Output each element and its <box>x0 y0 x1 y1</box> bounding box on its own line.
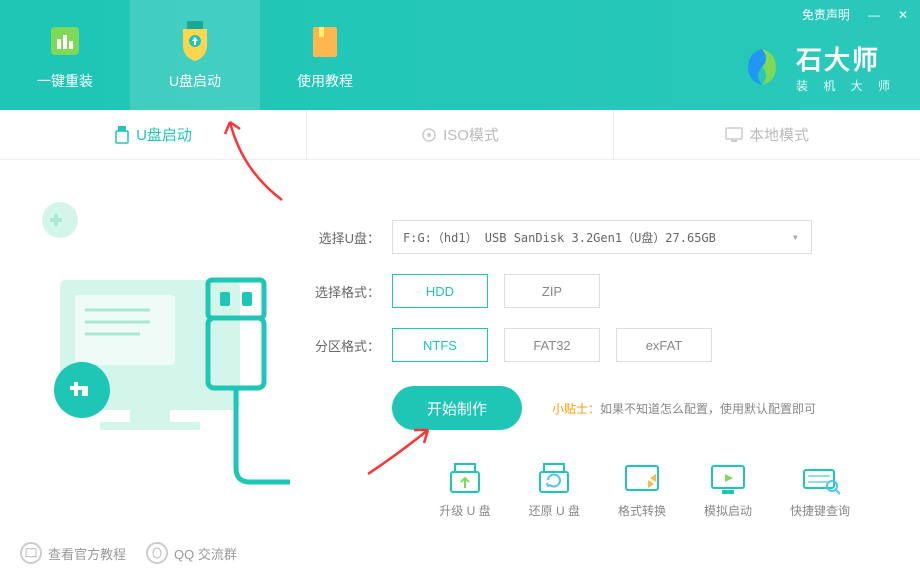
usb-icon <box>114 126 130 144</box>
partition-format-label: 分区格式： <box>310 336 380 355</box>
brand: 石大师 装 机 大 师 <box>740 40 896 94</box>
tip-text: 小贴士：如果不知道怎么配置，使用默认配置即可 <box>552 400 816 417</box>
config-form: 选择U盘： F:G:（hd1） USB SanDisk 3.2Gen1（U盘）2… <box>310 190 890 519</box>
nav-tutorial-label: 使用教程 <box>297 71 353 91</box>
tool-format-convert[interactable]: 格式转换 <box>618 460 666 519</box>
window-controls: 免责声明 — ✕ <box>802 6 908 23</box>
usb-shield-icon <box>173 19 217 63</box>
brand-logo-icon <box>740 45 784 89</box>
tool-restore-usb[interactable]: 还原 U 盘 <box>529 460 580 519</box>
disclaimer-link[interactable]: 免责声明 <box>802 6 850 23</box>
tool-simulate-boot[interactable]: 模拟启动 <box>704 460 752 519</box>
nav-usb-label: U盘启动 <box>169 71 221 91</box>
monitor-icon <box>725 127 743 143</box>
footer-links: 查看官方教程 QQ 交流群 <box>20 542 237 564</box>
tab-usb-boot[interactable]: U盘启动 <box>0 110 306 159</box>
partition-option-ntfs[interactable]: NTFS <box>392 328 488 362</box>
brand-subtitle: 装 机 大 师 <box>796 77 896 94</box>
footer-qq-link[interactable]: QQ 交流群 <box>146 542 237 564</box>
nav-usb-boot[interactable]: U盘启动 <box>130 0 260 110</box>
tip-label: 小贴士： <box>552 402 600 416</box>
main-content: 选择U盘： F:G:（hd1） USB SanDisk 3.2Gen1（U盘）2… <box>0 160 920 529</box>
format-option-hdd[interactable]: HDD <box>392 274 488 308</box>
partition-option-exfat[interactable]: exFAT <box>616 328 712 362</box>
tab-local-mode[interactable]: 本地模式 <box>614 110 920 159</box>
brand-title: 石大师 <box>796 40 896 77</box>
tab-iso-mode[interactable]: ISO模式 <box>307 110 613 159</box>
main-nav: 一键重装 U盘启动 使用教程 <box>0 0 390 110</box>
bar-chart-icon <box>43 19 87 63</box>
tool-upgrade-usb[interactable]: 升级 U 盘 <box>439 460 490 519</box>
nav-reinstall-label: 一键重装 <box>37 71 93 91</box>
qq-icon <box>146 542 168 564</box>
usb-illustration <box>30 190 290 470</box>
nav-tutorial[interactable]: 使用教程 <box>260 0 390 110</box>
select-usb-label: 选择U盘： <box>310 228 380 247</box>
format-option-zip[interactable]: ZIP <box>504 274 600 308</box>
nav-reinstall[interactable]: 一键重装 <box>0 0 130 110</box>
iso-icon <box>421 127 437 143</box>
partition-option-fat32[interactable]: FAT32 <box>504 328 600 362</box>
book-icon <box>303 19 347 63</box>
mode-tabs: U盘启动 ISO模式 本地模式 <box>0 110 920 160</box>
select-format-label: 选择格式： <box>310 282 380 301</box>
header: 免责声明 — ✕ 一键重装 U盘启动 使用教程 石大师 装 机 大 师 <box>0 0 920 110</box>
footer-tutorial-link[interactable]: 查看官方教程 <box>20 542 126 564</box>
usb-drive-select[interactable]: F:G:（hd1） USB SanDisk 3.2Gen1（U盘）27.65GB <box>392 220 812 254</box>
tool-shortcut-lookup[interactable]: 快捷键查询 <box>790 460 850 519</box>
minimize-button[interactable]: — <box>868 8 880 22</box>
start-create-button[interactable]: 开始制作 <box>392 386 522 430</box>
close-button[interactable]: ✕ <box>898 8 908 22</box>
tool-icons: 升级 U 盘 还原 U 盘 格式转换 模拟启动 快捷键查询 <box>310 460 890 519</box>
book-open-icon <box>20 542 42 564</box>
